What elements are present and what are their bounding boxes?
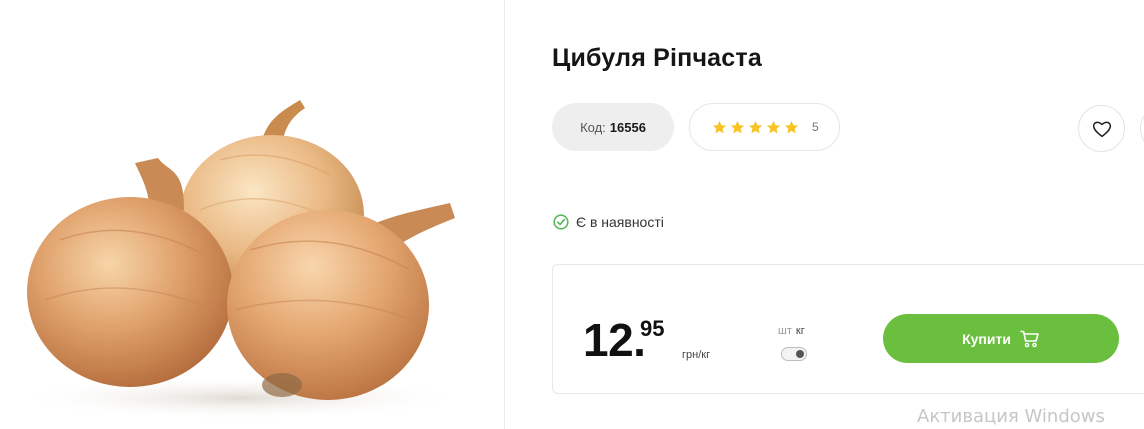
unit-switch-labels: шт кг (778, 325, 805, 337)
toggle-knob (796, 350, 804, 358)
cart-icon (1020, 330, 1039, 347)
price-unit: грн/кг (682, 349, 711, 361)
product-image-panel[interactable] (0, 0, 505, 429)
star-icon (748, 120, 763, 133)
star-icon (730, 120, 745, 133)
product-code-label: Код: (580, 119, 606, 135)
price-decimal: 95 (640, 316, 665, 341)
buy-button-label: Купити (962, 330, 1011, 347)
star-icon (766, 120, 781, 133)
product-code-badge: Код: 16556 (552, 103, 674, 151)
buy-button[interactable]: Купити (883, 314, 1119, 363)
star-icon (712, 120, 727, 133)
rating-stars (712, 120, 799, 135)
product-title: Цибуля Ріпчаста (552, 44, 762, 72)
unit-toggle-switch[interactable] (781, 347, 807, 361)
heart-icon (1092, 121, 1111, 137)
stock-status: Є в наявності (553, 214, 664, 230)
unit-option-pcs[interactable]: шт (778, 325, 792, 337)
stock-status-text: Є в наявності (576, 214, 664, 230)
product-code-value: 16556 (609, 119, 646, 135)
compare-button[interactable] (1140, 105, 1144, 152)
star-icon (784, 120, 799, 133)
unit-option-kg[interactable]: кг (796, 325, 805, 337)
rating-badge[interactable]: 5 (689, 103, 840, 151)
product-image (10, 100, 470, 420)
add-to-favorites-button[interactable] (1078, 105, 1125, 152)
check-circle-icon (553, 214, 569, 230)
purchase-box: 12. 95 грн/кг шт кг Купити (552, 264, 1144, 394)
windows-activation-watermark: Активация Windows (917, 406, 1105, 427)
rating-count: 5 (812, 120, 819, 134)
price-integer: 12. (583, 314, 646, 366)
